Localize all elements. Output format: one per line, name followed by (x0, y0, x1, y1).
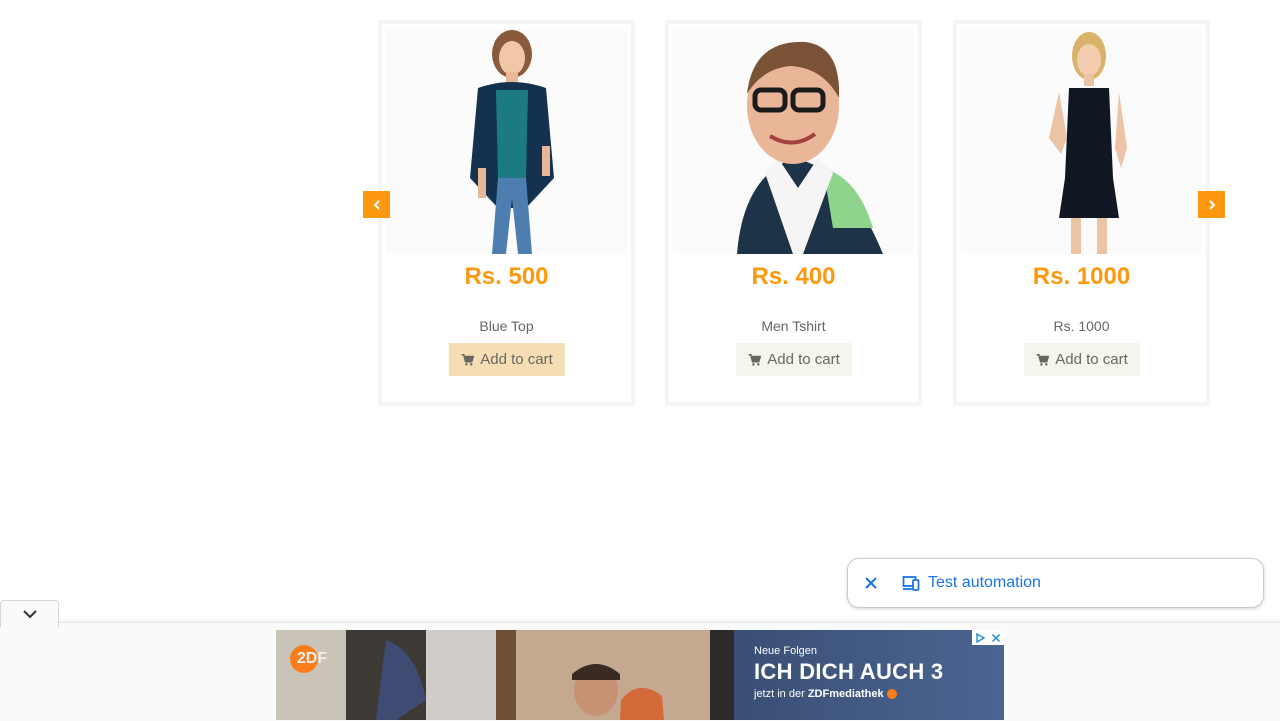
recommended-items-carousel: Rs. 500 Blue Top Add to cart Rs. 400 Men… (363, 0, 1225, 420)
ad-banner[interactable]: 2DF Neue Folgen ICH DICH AUCH 3 jetzt in… (276, 630, 1004, 720)
product-card: Rs. 400 Men Tshirt Add to cart (665, 20, 922, 406)
ad-headline: ICH DICH AUCH 3 (754, 659, 944, 684)
chevron-down-icon (22, 610, 37, 619)
ad-close-button[interactable] (988, 630, 1004, 645)
close-icon (865, 577, 877, 589)
cart-icon (1036, 353, 1049, 366)
product-name: Men Tshirt (761, 318, 826, 334)
product-price: Rs. 500 (464, 263, 549, 290)
cart-icon (461, 353, 474, 366)
add-to-cart-button[interactable]: Add to cart (1023, 343, 1140, 376)
carousel-next-button[interactable] (1198, 191, 1225, 218)
ad-photo (276, 630, 734, 720)
product-price: Rs. 400 (751, 263, 836, 290)
product-image (386, 28, 627, 254)
product-card: Rs. 500 Blue Top Add to cart (378, 20, 635, 406)
product-price: Rs. 1000 (1032, 263, 1131, 290)
adchoices-button[interactable] (972, 630, 988, 645)
ad-subline: jetzt in der ZDFmediathek (754, 688, 897, 700)
ad-text-panel: Neue Folgen ICH DICH AUCH 3 jetzt in der… (734, 630, 1004, 720)
chevron-left-icon (373, 199, 380, 210)
test-automation-bar: Test automation (847, 558, 1264, 608)
zdf-logo: 2DF (290, 645, 327, 673)
product-name: Rs. 1000 (1053, 318, 1110, 334)
add-to-cart-label: Add to cart (767, 351, 840, 368)
close-icon (991, 633, 1001, 642)
adchoices-icon (976, 632, 985, 643)
ad-collapse-button[interactable] (0, 600, 59, 627)
product-image (961, 28, 1202, 254)
product-name: Blue Top (479, 318, 534, 334)
devices-icon (902, 576, 920, 591)
add-to-cart-button[interactable]: Add to cart (735, 343, 852, 376)
product-image (673, 28, 914, 254)
carousel-prev-button[interactable] (363, 191, 390, 218)
play-icon (886, 689, 897, 700)
add-to-cart-label: Add to cart (480, 351, 553, 368)
test-automation-label: Test automation (928, 574, 1041, 591)
product-card: Rs. 1000 Rs. 1000 Add to cart (953, 20, 1210, 406)
test-automation-link[interactable]: Test automation (902, 574, 1041, 592)
add-to-cart-label: Add to cart (1055, 351, 1128, 368)
add-to-cart-button[interactable]: Add to cart (448, 343, 565, 376)
automation-close-button[interactable] (848, 559, 894, 607)
chevron-right-icon (1208, 199, 1215, 210)
cart-icon (748, 353, 761, 366)
ad-kicker: Neue Folgen (754, 645, 817, 657)
